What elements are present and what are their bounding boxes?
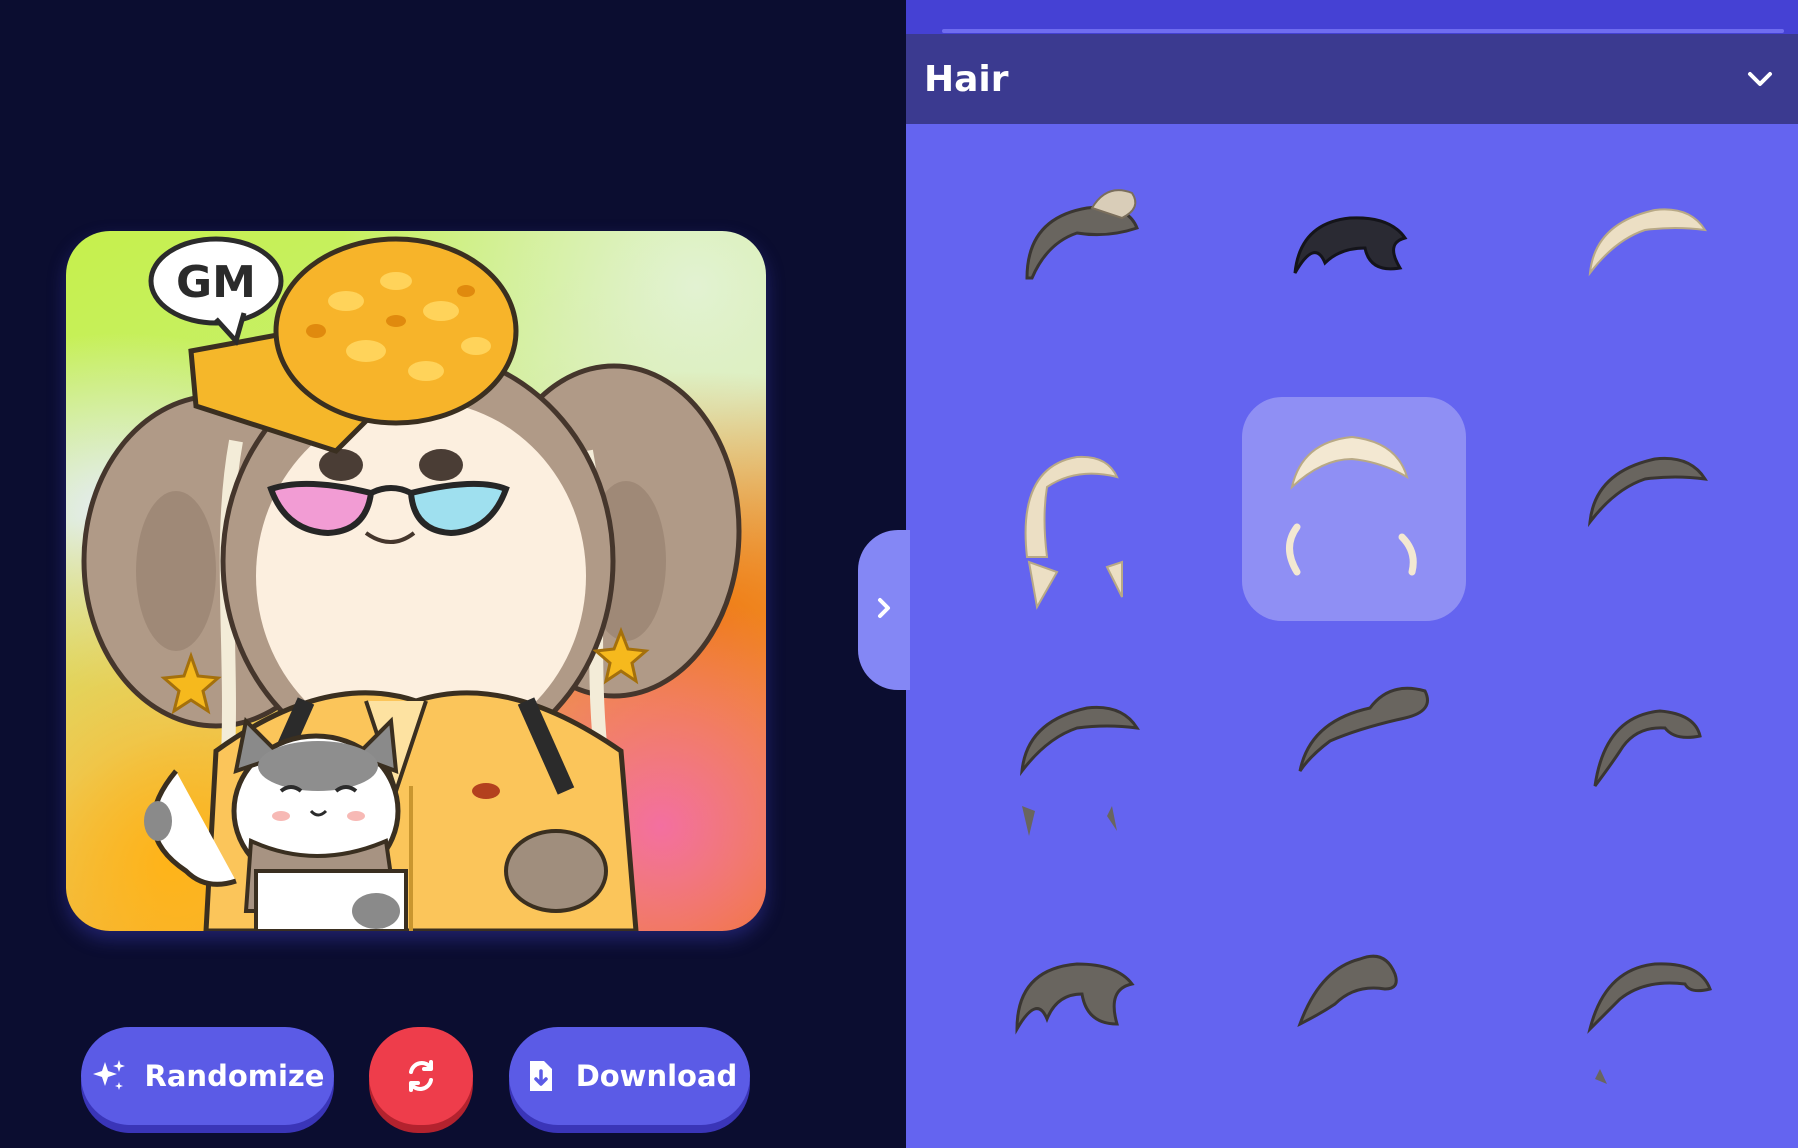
collapse-panel-tab[interactable] bbox=[858, 530, 910, 690]
hair-option-7[interactable] bbox=[957, 646, 1181, 870]
hair-option-10[interactable] bbox=[957, 894, 1181, 1118]
reset-button[interactable] bbox=[369, 1027, 473, 1125]
hair-section-header[interactable]: Hair bbox=[906, 34, 1798, 124]
preview-panel: GM Randomize Download bbox=[0, 0, 906, 1148]
hair-option-11[interactable] bbox=[1240, 894, 1464, 1118]
avatar-preview: GM bbox=[66, 231, 766, 931]
download-button[interactable]: Download bbox=[509, 1027, 750, 1125]
avatar-illustration: GM bbox=[81, 236, 742, 931]
hair-option-1[interactable] bbox=[957, 148, 1181, 372]
hair-option-6[interactable] bbox=[1525, 397, 1749, 621]
hair-option-2[interactable] bbox=[1240, 148, 1464, 372]
refresh-icon bbox=[403, 1058, 439, 1094]
hair-option-9[interactable] bbox=[1525, 646, 1749, 870]
hair-options-grid bbox=[906, 124, 1798, 1148]
sparkle-icon bbox=[91, 1058, 127, 1094]
speech-bubble-text: GM bbox=[176, 257, 256, 308]
file-download-icon bbox=[522, 1058, 558, 1094]
customization-panel: Hair bbox=[906, 0, 1798, 1148]
hair-option-8[interactable] bbox=[1240, 646, 1464, 870]
hair-option-5[interactable] bbox=[1242, 397, 1466, 621]
previous-section-header[interactable] bbox=[906, 0, 1798, 34]
randomize-label: Randomize bbox=[144, 1059, 325, 1093]
chevron-right-icon bbox=[869, 593, 899, 627]
chevron-down-icon[interactable] bbox=[1742, 61, 1778, 97]
hair-option-12[interactable] bbox=[1525, 894, 1749, 1118]
hair-option-4[interactable] bbox=[957, 397, 1181, 621]
randomize-button[interactable]: Randomize bbox=[81, 1027, 334, 1125]
divider bbox=[942, 29, 1784, 33]
section-title: Hair bbox=[924, 58, 1009, 100]
hair-option-3[interactable] bbox=[1525, 148, 1749, 372]
download-label: Download bbox=[575, 1059, 738, 1093]
